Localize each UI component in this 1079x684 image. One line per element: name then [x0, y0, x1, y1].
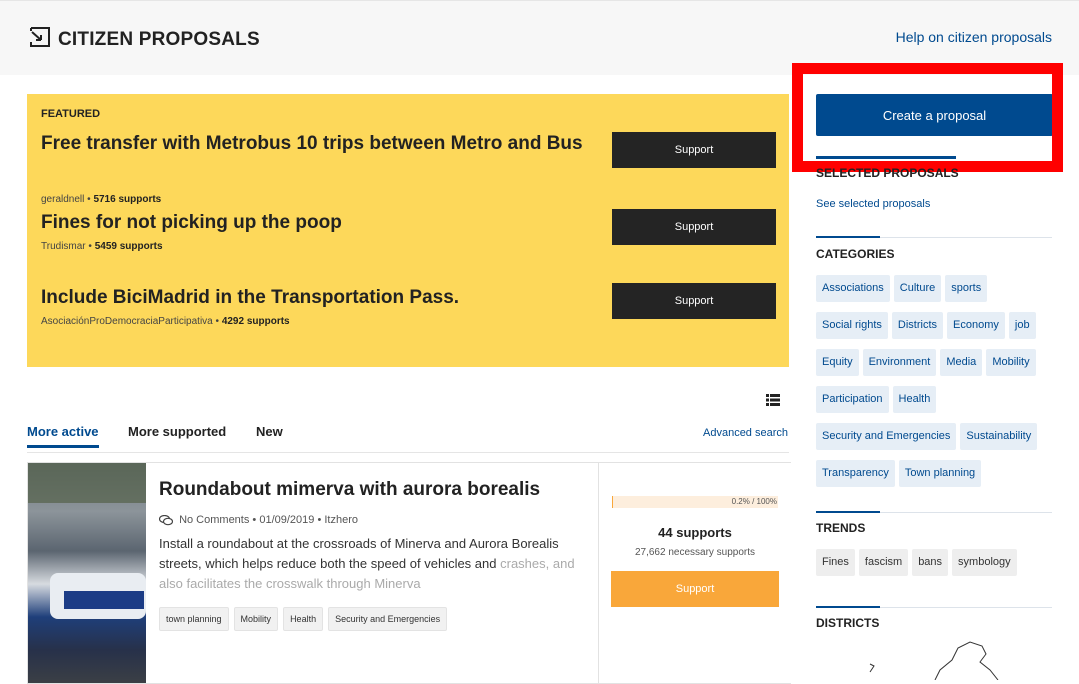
proposal-comments[interactable]: No Comments: [179, 514, 249, 526]
category-tag[interactable]: Environment: [863, 349, 937, 376]
featured-meta-1: geraldnell • 5716 supports: [41, 194, 161, 205]
proposal-description-text: Install a roundabout at the crossroads o…: [159, 536, 559, 571]
category-tag[interactable]: Districts: [892, 312, 943, 339]
featured-support-button-2[interactable]: Support: [612, 209, 776, 245]
proposal-meta: No Comments • 01/09/2019 • Itzhero: [159, 514, 358, 526]
category-tag[interactable]: Transparency: [816, 460, 895, 487]
see-selected-link[interactable]: See selected proposals: [816, 198, 930, 210]
category-tag[interactable]: Social rights: [816, 312, 888, 339]
proposal-tags: town planning Mobility Health Security a…: [159, 607, 447, 631]
featured-author-1[interactable]: geraldnell: [41, 194, 84, 205]
districts-accent: [816, 606, 880, 608]
category-tag[interactable]: Security and Emergencies: [816, 423, 956, 450]
featured-support-button-3[interactable]: Support: [612, 283, 776, 319]
categories-list: Associations Culture sports Social right…: [816, 275, 1056, 487]
trend-tag[interactable]: Fines: [816, 549, 855, 576]
trend-tag[interactable]: symbology: [952, 549, 1017, 576]
proposal-support-button[interactable]: Support: [611, 571, 779, 607]
featured-section: FEATURED Free transfer with Metrobus 10 …: [27, 94, 789, 367]
featured-supports-3: 4292 supports: [222, 316, 290, 327]
category-tag[interactable]: Culture: [894, 275, 941, 302]
proposal-date: 01/09/2019: [259, 514, 314, 526]
trends-accent: [816, 511, 880, 513]
category-tag[interactable]: Sustainability: [960, 423, 1037, 450]
proposals-logo-icon: [30, 27, 50, 47]
proposal-card: Roundabout mimerva with aurora borealis …: [27, 462, 791, 684]
help-link[interactable]: Help on citizen proposals: [896, 29, 1052, 45]
proposal-author: Itzhero: [324, 514, 358, 526]
support-progress-text: 0.2% / 100%: [732, 497, 777, 506]
featured-title-2[interactable]: Fines for not picking up the poop: [41, 211, 601, 235]
supports-count: 44 supports: [599, 525, 791, 540]
proposal-image[interactable]: [28, 463, 146, 683]
proposal-tag[interactable]: town planning: [159, 607, 229, 631]
trends-list: Fines fascism bans symbology: [816, 549, 1056, 576]
proposal-description: Install a roundabout at the crossroads o…: [159, 534, 579, 594]
featured-support-button-1[interactable]: Support: [612, 132, 776, 168]
featured-title-3[interactable]: Include BiciMadrid in the Transportation…: [41, 286, 601, 310]
tab-more-supported[interactable]: More supported: [128, 424, 226, 445]
page-title: CITIZEN PROPOSALS: [58, 29, 260, 51]
trends-heading: TRENDS: [816, 521, 865, 535]
comments-icon: [159, 515, 173, 526]
supports-needed: 27,662 necessary supports: [599, 547, 791, 558]
category-tag[interactable]: Equity: [816, 349, 859, 376]
create-proposal-button[interactable]: Create a proposal: [816, 94, 1053, 136]
tabs-divider: [27, 452, 789, 453]
featured-supports-1: 5716 supports: [93, 194, 161, 205]
proposal-tag[interactable]: Security and Emergencies: [328, 607, 447, 631]
proposal-title[interactable]: Roundabout mimerva with aurora borealis: [159, 479, 540, 501]
trend-tag[interactable]: fascism: [859, 549, 908, 576]
tab-more-active[interactable]: More active: [27, 424, 99, 448]
supports-box: 0.2% / 100% 44 supports 27,662 necessary…: [598, 463, 791, 683]
selected-underline: [816, 156, 956, 159]
category-tag[interactable]: Town planning: [899, 460, 981, 487]
category-tag[interactable]: Participation: [816, 386, 889, 413]
featured-author-2[interactable]: Trudismar: [41, 241, 86, 252]
advanced-search-link[interactable]: Advanced search: [703, 427, 788, 439]
category-tag[interactable]: sports: [945, 275, 987, 302]
districts-map[interactable]: [840, 640, 1020, 680]
categories-heading: CATEGORIES: [816, 247, 894, 261]
tab-new[interactable]: New: [256, 424, 283, 445]
category-tag[interactable]: Health: [893, 386, 937, 413]
category-tag[interactable]: job: [1009, 312, 1036, 339]
page-header: CITIZEN PROPOSALS Help on citizen propos…: [0, 0, 1079, 75]
featured-meta-3: AsociaciónProDemocraciaParticipativa • 4…: [41, 316, 290, 327]
featured-label: FEATURED: [41, 108, 100, 120]
proposal-tag[interactable]: Health: [283, 607, 323, 631]
featured-title-1[interactable]: Free transfer with Metrobus 10 trips bet…: [41, 132, 601, 156]
category-tag[interactable]: Economy: [947, 312, 1005, 339]
districts-heading: DISTRICTS: [816, 616, 879, 630]
category-tag[interactable]: Media: [940, 349, 982, 376]
trend-tag[interactable]: bans: [912, 549, 948, 576]
list-view-icon[interactable]: [766, 394, 780, 406]
category-tag[interactable]: Mobility: [986, 349, 1035, 376]
featured-meta-2: Trudismar • 5459 supports: [41, 241, 163, 252]
proposal-tag[interactable]: Mobility: [234, 607, 279, 631]
featured-author-3[interactable]: AsociaciónProDemocraciaParticipativa: [41, 316, 213, 327]
category-tag[interactable]: Associations: [816, 275, 890, 302]
featured-supports-2: 5459 supports: [95, 241, 163, 252]
selected-proposals-heading: SELECTED PROPOSALS: [816, 166, 959, 180]
categories-accent: [816, 236, 880, 238]
